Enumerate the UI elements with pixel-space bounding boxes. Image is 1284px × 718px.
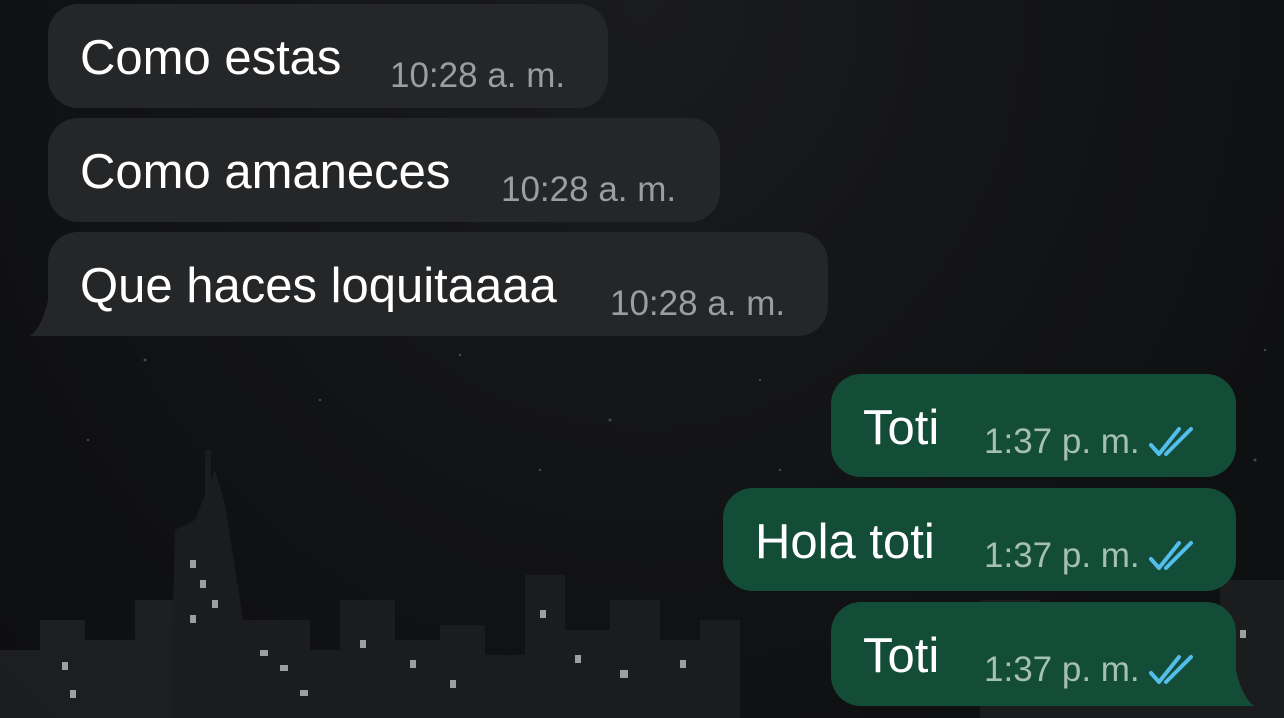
message-timestamp: 1:37 p. m.	[984, 424, 1198, 459]
message-bubble-outgoing[interactable]: Toti 1:37 p. m.	[831, 602, 1236, 706]
message-time: 10:28	[501, 170, 589, 209]
message-time: 1:37	[984, 536, 1053, 575]
message-time: 1:37	[984, 422, 1053, 461]
message-ampm: a. m.	[487, 56, 566, 95]
message-timestamp: 10:28 a. m.	[390, 58, 565, 93]
message-bubble-incoming[interactable]: Que haces loquitaaaa 10:28 a. m.	[48, 232, 828, 336]
message-time: 10:28	[390, 56, 478, 95]
message-text: Como estas	[80, 31, 342, 85]
message-ampm: p. m.	[1061, 536, 1140, 575]
chat-view: Como estas 10:28 a. m. Como amaneces 10:…	[0, 0, 1284, 718]
message-ampm: p. m.	[1061, 650, 1140, 689]
double-check-icon	[1148, 426, 1193, 456]
message-text: Toti	[863, 401, 940, 455]
message-time: 10:28	[610, 284, 698, 323]
message-timestamp: 1:37 p. m.	[984, 538, 1198, 573]
message-timestamp: 10:28 a. m.	[610, 286, 785, 321]
message-ampm: a. m.	[598, 170, 677, 209]
message-time: 1:37	[984, 650, 1053, 689]
message-ampm: a. m.	[707, 284, 786, 323]
message-bubble-outgoing[interactable]: Toti 1:37 p. m.	[831, 374, 1236, 477]
message-ampm: p. m.	[1061, 422, 1140, 461]
message-bubble-incoming[interactable]: Como amaneces 10:28 a. m.	[48, 118, 720, 222]
message-timestamp: 10:28 a. m.	[501, 172, 676, 207]
message-text: Como amaneces	[80, 145, 451, 199]
message-bubble-incoming[interactable]: Como estas 10:28 a. m.	[48, 4, 608, 108]
message-text: Hola toti	[755, 515, 935, 569]
message-timestamp: 1:37 p. m.	[984, 652, 1198, 687]
double-check-icon	[1148, 540, 1193, 570]
message-text: Que haces loquitaaaa	[80, 259, 557, 313]
double-check-icon	[1148, 654, 1193, 684]
message-bubble-outgoing[interactable]: Hola toti 1:37 p. m.	[723, 488, 1236, 591]
message-text: Toti	[863, 629, 940, 683]
